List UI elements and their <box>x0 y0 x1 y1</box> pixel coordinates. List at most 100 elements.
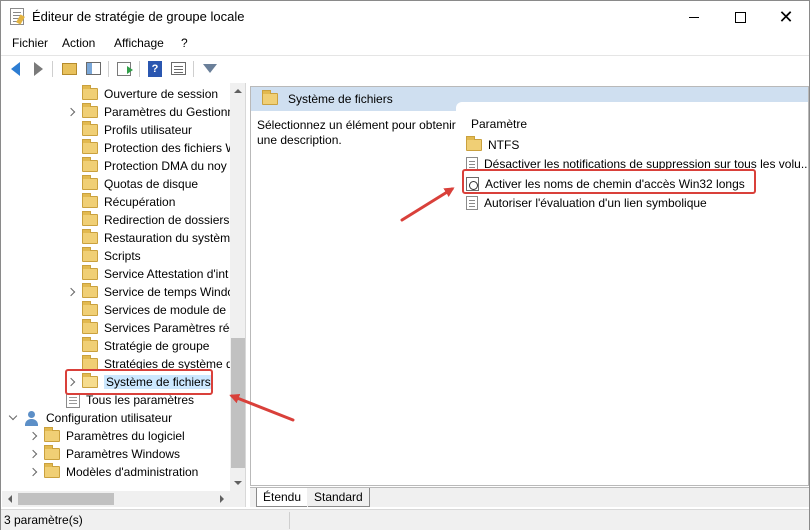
list-item-setting[interactable]: Désactiver les notifications de suppress… <box>466 154 808 173</box>
folder-icon <box>466 135 482 151</box>
console-tree: Ouverture de session Paramètres du Gesti… <box>2 83 246 507</box>
details-header-title: Système de fichiers <box>288 92 393 106</box>
back-icon[interactable] <box>6 60 24 77</box>
folder-icon <box>82 175 98 190</box>
toolbar-separator <box>108 61 109 77</box>
help-icon[interactable]: ? <box>146 60 164 77</box>
folder-icon <box>44 445 60 460</box>
list-item-win32-long-paths[interactable]: Activer les noms de chemin d'accès Win32… <box>466 174 745 193</box>
tree-item[interactable]: Service Attestation d'int <box>66 265 245 283</box>
column-header-parametre[interactable]: Paramètre <box>471 117 527 131</box>
folder-icon <box>82 355 98 370</box>
all-settings-icon <box>66 392 80 408</box>
filter-icon[interactable] <box>201 60 219 77</box>
tree-item[interactable]: Ouverture de session <box>66 85 245 103</box>
folder-icon <box>82 121 98 136</box>
tree-item[interactable]: Restauration du systèm <box>66 229 245 247</box>
tree-item[interactable]: Services Paramètres rég <box>66 319 245 337</box>
tree-item[interactable]: Paramètres Windows <box>28 445 245 463</box>
tree-item[interactable]: Récupération <box>66 193 245 211</box>
tree-item[interactable]: Protection des fichiers W <box>66 139 245 157</box>
chevron-right-icon[interactable] <box>28 431 38 441</box>
folder-open-icon <box>82 373 98 388</box>
folder-icon <box>82 265 98 280</box>
folder-icon <box>82 301 98 316</box>
minimize-button[interactable] <box>671 1 717 33</box>
folder-icon <box>82 139 98 154</box>
setting-icon <box>466 156 478 171</box>
window-title: Éditeur de stratégie de groupe locale <box>32 9 245 24</box>
setting-enabled-icon <box>466 176 479 191</box>
folder-up-icon[interactable] <box>60 60 78 77</box>
list-item-ntfs[interactable]: NTFS <box>466 135 519 154</box>
tree-item[interactable]: Redirection de dossiers <box>66 211 245 229</box>
setting-icon <box>466 195 478 210</box>
scroll-right-icon[interactable] <box>214 491 230 507</box>
chevron-right-icon[interactable] <box>66 107 76 117</box>
properties-icon[interactable] <box>169 60 187 77</box>
tree-item-user-configuration[interactable]: Configuration utilisateur <box>8 409 234 427</box>
chevron-right-icon[interactable] <box>28 449 38 459</box>
details-pane: Système de fichiers Sélectionnez un élém… <box>250 86 809 486</box>
tree-item[interactable]: Quotas de disque <box>66 175 245 193</box>
show-tree-icon[interactable] <box>84 60 102 77</box>
tree-item[interactable]: Scripts <box>66 247 245 265</box>
scroll-up-icon[interactable] <box>230 83 245 99</box>
app-window: Éditeur de stratégie de groupe locale ✕ … <box>0 0 810 530</box>
tree-item-all-settings[interactable]: Tous les paramètres <box>66 391 245 409</box>
chevron-right-icon[interactable] <box>28 467 38 477</box>
toolbar-separator <box>52 61 53 77</box>
tree-item[interactable]: Service de temps Windo <box>66 283 245 301</box>
scroll-down-icon[interactable] <box>230 475 245 491</box>
toolbar: ? <box>1 55 809 81</box>
tree-item[interactable]: Services de module de p <box>66 301 245 319</box>
export-icon[interactable] <box>115 60 133 77</box>
tree-item[interactable]: Protection DMA du noy <box>66 157 245 175</box>
folder-icon <box>82 85 98 100</box>
menu-affichage[interactable]: Affichage <box>114 36 164 50</box>
maximize-button[interactable] <box>717 1 763 33</box>
menu-action[interactable]: Action <box>62 36 95 50</box>
menu-help[interactable]: ? <box>181 36 188 50</box>
chevron-down-icon[interactable] <box>8 413 18 423</box>
tree-item[interactable]: Modèles d'administration <box>28 463 245 481</box>
tree-horizontal-scrollbar[interactable] <box>2 491 230 507</box>
status-text: 3 paramètre(s) <box>4 513 83 527</box>
scrollbar-thumb[interactable] <box>231 338 245 468</box>
folder-icon <box>82 337 98 352</box>
user-icon <box>24 410 40 426</box>
folder-icon <box>44 463 60 478</box>
toolbar-separator <box>193 61 194 77</box>
folder-icon <box>82 247 98 262</box>
tree-item[interactable]: Paramètres du logiciel <box>28 427 245 445</box>
close-button[interactable]: ✕ <box>763 1 809 33</box>
view-tabs: Étendu Standard <box>250 487 809 507</box>
list-item-setting[interactable]: Autoriser l'évaluation d'un lien symboli… <box>466 193 707 212</box>
scroll-corner <box>230 491 245 507</box>
description-text: Sélectionnez un élément pour obtenir une… <box>257 118 456 147</box>
status-bar: 3 paramètre(s) <box>1 509 809 530</box>
chevron-right-icon[interactable] <box>66 287 76 297</box>
toolbar-separator <box>139 61 140 77</box>
tree-item[interactable]: Paramètres du Gestionn <box>66 103 245 121</box>
tree-item[interactable]: Stratégies de système d <box>66 355 245 373</box>
gpedit-app-icon <box>10 8 24 25</box>
status-separator <box>289 512 290 529</box>
chevron-right-icon[interactable] <box>66 377 76 387</box>
folder-icon <box>82 193 98 208</box>
tree-item[interactable]: Stratégie de groupe <box>66 337 245 355</box>
folder-icon <box>82 157 98 172</box>
tree-vertical-scrollbar[interactable] <box>230 83 245 491</box>
menu-fichier[interactable]: Fichier <box>12 36 48 50</box>
scroll-left-icon[interactable] <box>2 491 18 507</box>
tree-item[interactable]: Profils utilisateur <box>66 121 245 139</box>
tree-item-systeme-de-fichiers[interactable]: Système de fichiers <box>66 373 245 391</box>
folder-icon <box>82 283 98 298</box>
tab-standard[interactable]: Standard <box>308 488 370 507</box>
forward-icon[interactable] <box>29 60 47 77</box>
title-bar: Éditeur de stratégie de groupe locale ✕ <box>1 1 809 33</box>
tab-etendu[interactable]: Étendu <box>256 488 308 507</box>
scrollbar-thumb[interactable] <box>18 493 114 505</box>
folder-icon <box>44 427 60 442</box>
folder-icon <box>82 319 98 334</box>
